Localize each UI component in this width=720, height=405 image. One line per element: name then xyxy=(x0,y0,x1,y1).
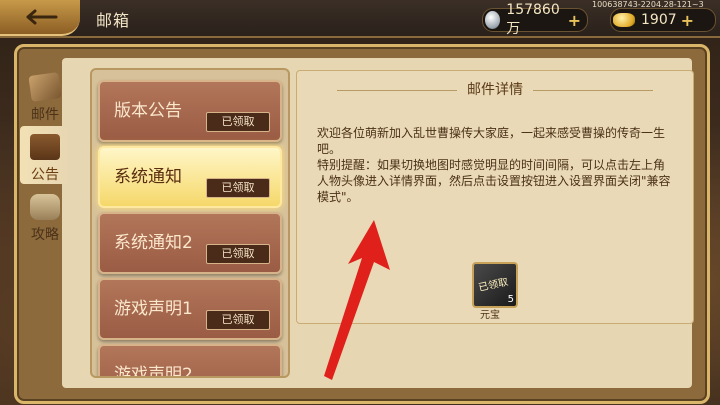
mail-icon xyxy=(28,72,62,102)
claimed-stamp: 已领取 xyxy=(477,276,510,294)
attachment-item[interactable]: 已领取 5 xyxy=(472,262,518,308)
list-item[interactable]: 系统通知 已领取 xyxy=(98,146,282,208)
claimed-badge: 已领取 xyxy=(206,178,270,198)
detail-title: 邮件详情 xyxy=(297,79,693,99)
detail-paragraph: 欢迎各位萌新加入乱世曹操传大家庭，一起来感受曹操的传奇一生吧。 xyxy=(317,126,666,156)
tab-mail-label: 邮件 xyxy=(31,107,59,123)
tab-notice[interactable]: 公告 xyxy=(20,126,70,184)
notice-list[interactable]: 版本公告 已领取 系统通知 已领取 系统通知2 已领取 游戏声明1 已领取 游戏… xyxy=(90,68,290,378)
scroll-icon xyxy=(30,194,60,220)
tab-mail[interactable]: 邮件 xyxy=(20,66,70,124)
list-item[interactable]: 版本公告 已领取 xyxy=(98,80,282,142)
attachment-label: 元宝 xyxy=(480,310,500,321)
add-gold-button[interactable]: + xyxy=(681,11,694,30)
gold-currency: 1907 + xyxy=(610,8,716,32)
list-item-title: 游戏声明1 xyxy=(114,299,193,319)
silver-currency: 157860万 + xyxy=(482,2,588,37)
claimed-badge: 已领取 xyxy=(206,112,270,132)
tab-notice-label: 公告 xyxy=(31,167,59,183)
detail-body: 欢迎各位萌新加入乱世曹操传大家庭，一起来感受曹操的传奇一生吧。 特别提醒：如果切… xyxy=(317,125,673,205)
page-title: 邮箱 xyxy=(96,11,131,30)
gold-amount: 1907 xyxy=(641,12,677,28)
red-arrow-annotation-icon xyxy=(324,220,390,380)
claimed-badge: 已领取 xyxy=(206,244,270,264)
list-item-title: 系统通知2 xyxy=(114,233,193,253)
gold-ingot-icon xyxy=(613,13,635,27)
list-item[interactable]: 系统通知2 已领取 xyxy=(98,212,282,274)
list-item-title: 游戏声明2 xyxy=(114,365,193,378)
list-item-title: 系统通知 xyxy=(114,167,182,187)
list-item-title: 版本公告 xyxy=(114,101,182,121)
attachment-quantity: 5 xyxy=(507,294,514,305)
tab-guide[interactable]: 攻略 xyxy=(20,186,70,244)
list-item[interactable]: 游戏声明2 xyxy=(98,344,282,378)
add-silver-button[interactable]: + xyxy=(568,11,581,30)
silver-coin-icon xyxy=(485,11,501,29)
notice-icon xyxy=(30,134,60,160)
back-arrow-icon xyxy=(26,9,58,25)
back-button[interactable] xyxy=(0,0,80,36)
detail-paragraph: 特别提醒：如果切换地图时感觉明显的时间间隔，可以点击左上角人物头像进入详情界面，… xyxy=(317,158,671,204)
silver-amount: 157860万 xyxy=(506,2,560,37)
tab-guide-label: 攻略 xyxy=(31,227,59,243)
top-bar: 邮箱 100638743-2204.28-121~3 157860万 + 190… xyxy=(0,0,720,38)
claimed-badge: 已领取 xyxy=(206,310,270,330)
list-item[interactable]: 游戏声明1 已领取 xyxy=(98,278,282,340)
